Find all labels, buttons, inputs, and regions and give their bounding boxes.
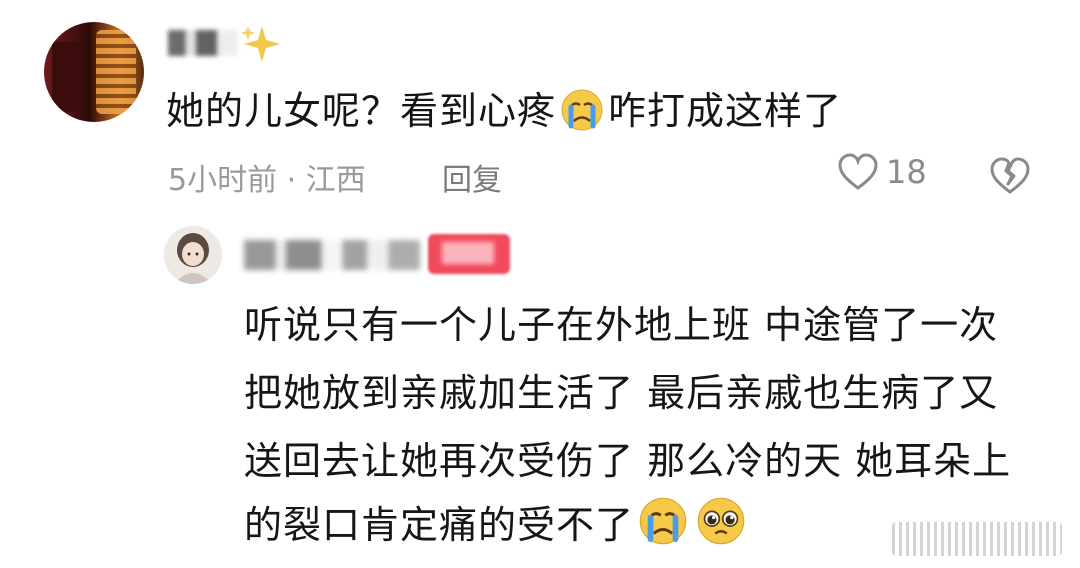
crying-face-emoji-icon bbox=[560, 88, 604, 144]
sparkle-icon bbox=[241, 26, 280, 62]
author-badge bbox=[428, 234, 510, 274]
reply-button[interactable]: 回复 bbox=[442, 155, 502, 199]
reply-line-2: 把她放到亲戚加生活了 最后亲戚也生病了又 bbox=[244, 371, 999, 415]
pleading-face-emoji-icon bbox=[696, 496, 746, 558]
reply-line-1: 听说只有一个儿子在外地上班 中途管了一次 bbox=[244, 303, 999, 347]
commenter-username-blurred[interactable] bbox=[168, 30, 238, 56]
comment-text: 她的儿女呢？看到心疼 咋打成这样了 bbox=[166, 86, 842, 144]
avatar-lights bbox=[96, 30, 136, 114]
reply-line-3: 送回去让她再次受伤了 那么冷的天 她耳朵上 bbox=[244, 439, 1012, 483]
avatar-shelf bbox=[52, 42, 82, 112]
reply-line-4: 的裂口肯定痛的受不了 bbox=[244, 496, 750, 558]
comment-text-part1: 她的儿女呢？看到心疼 bbox=[166, 89, 557, 133]
comment-text-part2: 咋打成这样了 bbox=[608, 89, 843, 133]
like-button[interactable]: 18 bbox=[836, 152, 927, 192]
like-count: 18 bbox=[886, 153, 927, 191]
crying-face-emoji-icon bbox=[638, 496, 688, 558]
comment-time-location: 5小时前 · 江西 bbox=[168, 163, 366, 198]
heart-icon bbox=[838, 153, 878, 190]
broken-heart-icon[interactable] bbox=[988, 154, 1032, 198]
replier-username-blurred[interactable] bbox=[244, 240, 420, 270]
commenter-avatar[interactable] bbox=[44, 22, 144, 122]
reply-line-4-text: 的裂口肯定痛的受不了 bbox=[244, 503, 635, 547]
replier-avatar[interactable] bbox=[164, 226, 222, 284]
watermark bbox=[892, 522, 1062, 556]
avatar-illustration bbox=[164, 226, 222, 284]
